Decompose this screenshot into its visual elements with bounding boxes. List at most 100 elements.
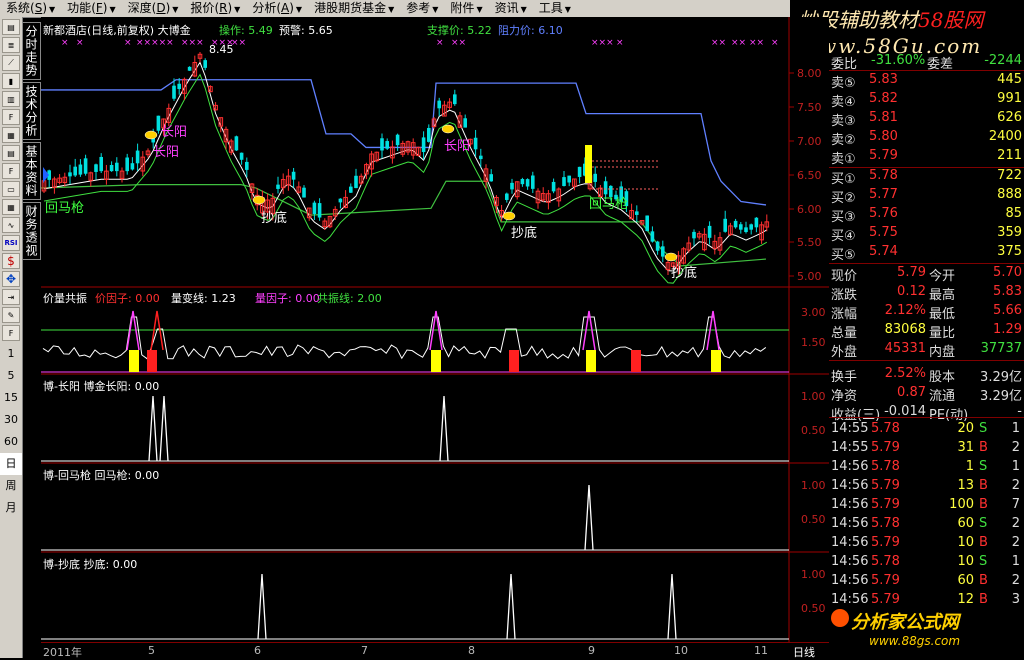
candle-body bbox=[520, 179, 525, 185]
huima-label-1: 回马枪 bbox=[45, 201, 85, 216]
vtab-1[interactable]: 技术分析 bbox=[22, 82, 41, 140]
candle-body bbox=[115, 162, 119, 172]
table-icon[interactable]: ▤ bbox=[2, 145, 20, 161]
chevron-down-icon: ▼ bbox=[388, 5, 395, 14]
candle-body bbox=[593, 173, 597, 182]
menu-item-6[interactable]: 参考 ▼ bbox=[400, 0, 444, 17]
candle-body bbox=[385, 141, 389, 149]
coin-marker-1 bbox=[502, 211, 516, 221]
signal-x-marker: ×× bbox=[451, 38, 466, 48]
vol-bar-5 bbox=[631, 350, 641, 372]
dollar-icon[interactable]: $ bbox=[2, 253, 20, 269]
stat-row-6: 净资 0.87 流通 3.29亿 bbox=[831, 385, 1022, 404]
period-5[interactable]: 5 bbox=[0, 365, 22, 387]
bar-icon[interactable]: ▥ bbox=[2, 91, 20, 107]
signal-x-marker: ×× bbox=[711, 38, 726, 48]
menu-item-3[interactable]: 报价(R) ▼ bbox=[184, 0, 246, 17]
vol-bar-4 bbox=[586, 350, 596, 372]
signal-x-marker: × bbox=[76, 38, 84, 48]
changyang-label-3: 长阳 bbox=[444, 139, 471, 154]
menu-item-7[interactable]: 附件 ▼ bbox=[444, 0, 488, 17]
logo-icon bbox=[831, 609, 849, 627]
period-15[interactable]: 15 bbox=[0, 387, 22, 409]
rsi-icon[interactable]: RSI bbox=[2, 235, 20, 251]
period-1[interactable]: 1 bbox=[0, 343, 22, 365]
menu-item-1[interactable]: 功能(F) ▼ bbox=[61, 0, 121, 17]
support-label: 支撑价: 5.22 bbox=[427, 24, 492, 37]
max-price-label: 8.45 bbox=[209, 43, 234, 56]
candle-body bbox=[302, 187, 306, 198]
candle-body bbox=[754, 217, 759, 228]
tick-row-1: 14:55 5.79 31 B 2 bbox=[831, 440, 1020, 455]
menu-item-8[interactable]: 资讯 ▼ bbox=[489, 0, 533, 17]
list-icon[interactable]: ≣ bbox=[2, 37, 20, 53]
signal-x-marker: ×× bbox=[749, 38, 764, 48]
ask-row-4: 卖① 5.79 211 bbox=[831, 148, 1022, 167]
candle-body bbox=[187, 66, 192, 71]
doc-icon[interactable]: ▭ bbox=[2, 181, 20, 197]
grid-icon[interactable]: ▦ bbox=[2, 199, 20, 215]
signal-x-marker: ××× bbox=[591, 38, 614, 48]
vol-f2: 量变线: 1.23 bbox=[171, 292, 236, 305]
candle-body bbox=[749, 224, 753, 230]
candle-body bbox=[505, 193, 509, 200]
vol-axis-label-1: 1.50 bbox=[801, 336, 826, 349]
tick-row-4: 14:56 5.79 100 B 7 bbox=[831, 497, 1020, 512]
candle-body bbox=[739, 224, 743, 230]
vtab-2[interactable]: 基本资料 bbox=[22, 142, 41, 200]
candle-body bbox=[349, 186, 353, 193]
menu-item-5[interactable]: 港股期货基金 ▼ bbox=[308, 0, 400, 17]
move-icon[interactable]: ✥ bbox=[2, 271, 20, 287]
op-label: 操作: 5.49 bbox=[219, 24, 273, 37]
vol-bar-3 bbox=[509, 350, 519, 372]
period-60[interactable]: 60 bbox=[0, 431, 22, 453]
fs-icon[interactable]: F bbox=[2, 163, 20, 179]
price-axis-label-5: 5.50 bbox=[797, 236, 822, 249]
price-axis-label-1: 7.50 bbox=[797, 101, 822, 114]
coin-marker-2 bbox=[664, 252, 678, 262]
period-30[interactable]: 30 bbox=[0, 409, 22, 431]
ask-row-0: 卖⑤ 5.83 445 bbox=[831, 72, 1022, 91]
period-label-0[interactable]: 日 bbox=[0, 453, 22, 475]
quote-panel: 委比 -31.60% 委差 -2244 卖⑤ 5.83 445 卖④ 5.82 991 卖③ 5.81… bbox=[829, 53, 1024, 658]
logo-url: www.88gs.com bbox=[869, 634, 961, 648]
menu-item-9[interactable]: 工具 ▼ bbox=[533, 0, 577, 17]
candle-body bbox=[83, 158, 88, 174]
vol-bar-6 bbox=[711, 350, 721, 372]
coin-marker-3 bbox=[144, 130, 158, 140]
candle-body bbox=[234, 136, 239, 151]
menu-item-4[interactable]: 分析(A) ▼ bbox=[246, 0, 308, 17]
f10-icon[interactable]: F bbox=[2, 109, 20, 125]
vtab-0[interactable]: 分时走势 bbox=[22, 22, 41, 80]
candle-body bbox=[650, 231, 655, 242]
menu-item-2[interactable]: 深度(D) ▼ bbox=[122, 0, 185, 17]
candle-icon[interactable]: ▮ bbox=[2, 73, 20, 89]
chart-svg[interactable]: 8.00 7.50 7.00 6.50 6.00 5.50 5.00 3.00 1.50 1.00… bbox=[40, 17, 829, 642]
stat-row-4: 外盘 45331 内盘 37737 bbox=[831, 341, 1022, 360]
report-icon[interactable]: ▦ bbox=[2, 127, 20, 143]
period-label-1[interactable]: 周 bbox=[0, 475, 22, 497]
date-axis: 2011年 5 6 7 8 9 10 11 日线 bbox=[41, 642, 829, 659]
price-axis-label-3: 6.50 bbox=[797, 169, 822, 182]
chart-area[interactable]: 8.00 7.50 7.00 6.50 6.00 5.50 5.00 3.00 1.50 1.00… bbox=[40, 17, 829, 642]
candle-body bbox=[78, 164, 83, 175]
pen-icon[interactable]: ✎ bbox=[2, 307, 20, 323]
line-icon[interactable]: ⟋ bbox=[2, 55, 20, 71]
sig-axis-label-0-0: 1.00 bbox=[801, 390, 826, 403]
bid-row-4: 买⑤ 5.74 375 bbox=[831, 244, 1022, 263]
chevron-down-icon: ▼ bbox=[432, 5, 439, 14]
vtab-3[interactable]: 财务透视 bbox=[22, 202, 41, 260]
date-tick-1: 5 bbox=[148, 644, 155, 657]
tick-row-6: 14:56 5.79 10 B 2 bbox=[831, 535, 1020, 550]
fs2-icon[interactable]: F bbox=[2, 325, 20, 341]
tick-row-3: 14:56 5.79 13 B 2 bbox=[831, 478, 1020, 493]
candle-body bbox=[645, 215, 649, 232]
export-icon[interactable]: ⇥ bbox=[2, 289, 20, 305]
warning-bar bbox=[585, 145, 592, 183]
stat-row-5: 换手 2.52% 股本 3.29亿 bbox=[831, 366, 1022, 385]
chart-icon[interactable]: ▤ bbox=[2, 19, 20, 35]
curve-icon[interactable]: ∿ bbox=[2, 217, 20, 233]
period-label-2[interactable]: 月 bbox=[0, 497, 22, 519]
menu-item-0[interactable]: 系统(S) ▼ bbox=[0, 0, 61, 17]
ask-row-3: 卖② 5.80 2400 bbox=[831, 129, 1022, 148]
